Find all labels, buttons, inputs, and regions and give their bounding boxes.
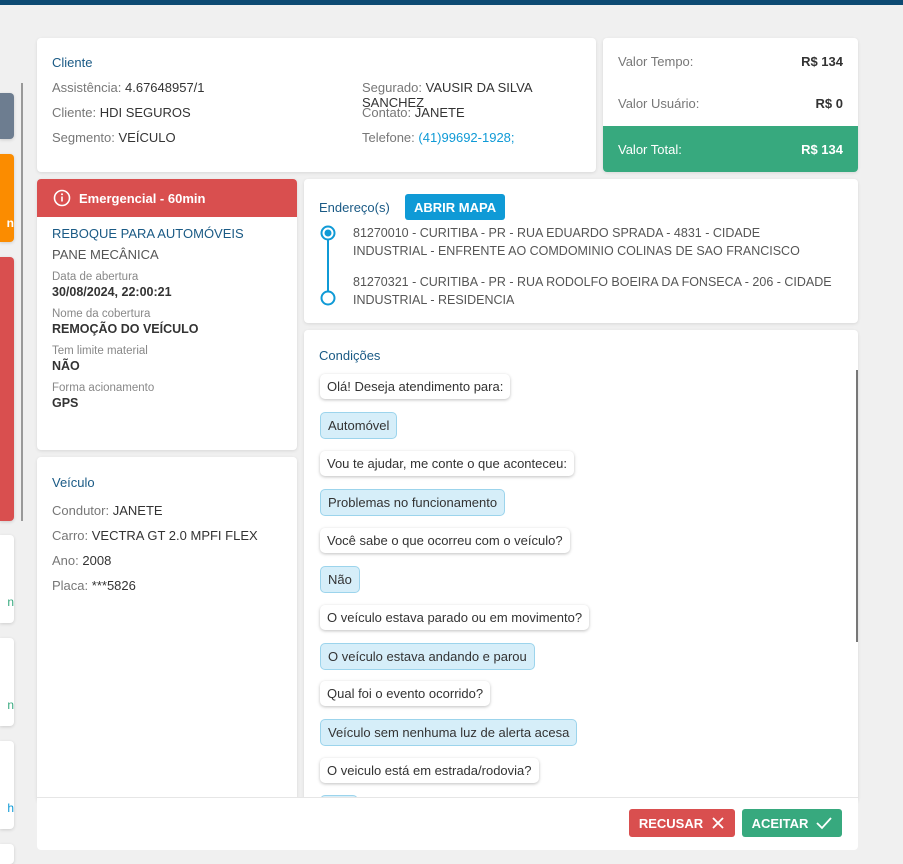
info-icon	[53, 189, 71, 207]
condutor-field: Condutor: JANETE	[52, 503, 163, 518]
chat-answer: Não	[320, 566, 360, 593]
chat-question: Você sabe o que ocorreu com o veículo?	[320, 528, 570, 553]
check-icon	[816, 817, 833, 830]
top-bar	[0, 0, 903, 5]
address-item: 81270321 - CURITIBA - PR - RUA RODOLFO B…	[353, 275, 832, 307]
valor-tempo-row: Valor Tempo: R$ 134	[618, 54, 843, 69]
close-icon	[712, 817, 724, 829]
vehicle-card: Veículo Condutor: JANETE Carro: VECTRA G…	[37, 457, 297, 802]
data-value: 30/08/2024, 22:00:21	[52, 285, 172, 299]
chat-question: Olá! Deseja atendimento para:	[320, 374, 511, 399]
ano-field: Ano: 2008	[52, 553, 112, 568]
side-card-white[interactable]: h	[0, 741, 14, 829]
cobertura-label: Nome da cobertura	[52, 308, 151, 320]
carro-field: Carro: VECTRA GT 2.0 MPFI FLEX	[52, 528, 258, 543]
telefone-field: Telefone: (41)99692-1928;	[362, 130, 515, 145]
cobertura-value: REMOÇÃO DO VEÍCULO	[52, 322, 199, 336]
chat-answer: O veículo estava andando e parou	[320, 643, 535, 670]
service-type: REBOQUE PARA AUTOMÓVEIS	[52, 226, 244, 241]
side-card-red[interactable]	[0, 257, 14, 521]
values-card: Valor Tempo: R$ 134 Valor Usuário: R$ 0 Va…	[603, 38, 858, 172]
client-card: Cliente Assistência: 4.67648957/1 Client…	[37, 38, 596, 172]
forma-value: GPS	[52, 396, 79, 410]
service-card: Emergencial - 60min REBOQUE PARA AUTOMÓV…	[37, 179, 297, 450]
side-card-white[interactable]: n	[0, 535, 14, 623]
accept-button[interactable]: ACEITAR	[742, 809, 842, 837]
side-card-white[interactable]: n	[0, 638, 14, 726]
side-card-label: n	[7, 698, 14, 712]
side-card-white[interactable]	[0, 844, 14, 864]
contato-field: Contato: JANETE	[362, 105, 465, 120]
chat-answer: Veículo sem nenhuma luz de alerta acesa	[320, 719, 578, 746]
chat-question: Qual foi o evento ocorrido?	[320, 681, 491, 706]
assistencia-field: Assistência: 4.67648957/1	[52, 80, 205, 95]
side-card-label: h	[7, 801, 14, 815]
address-card: Endereço(s) ABRIR MAPA 81270010 - CURITI…	[304, 179, 858, 323]
limite-label: Tem limite material	[52, 345, 148, 357]
conditions-card: Condições Olá! Deseja atendimento para: …	[304, 330, 858, 802]
chat-question: O veiculo está em estrada/rodovia?	[320, 758, 539, 783]
placa-field: Placa: ***5826	[52, 578, 136, 593]
side-card-label: n	[6, 216, 14, 230]
client-title: Cliente	[52, 55, 93, 70]
open-map-button[interactable]: ABRIR MAPA	[405, 194, 506, 220]
segmento-field: Segmento: VEÍCULO	[52, 130, 176, 145]
route-timeline-icon	[320, 225, 336, 306]
conditions-title: Condições	[319, 348, 381, 363]
address-item: 81270010 - CURITIBA - PR - RUA EDUARDO S…	[353, 226, 800, 258]
vehicle-title: Veículo	[52, 475, 95, 490]
address-title: Endereço(s)	[319, 200, 390, 215]
valor-usuario-row: Valor Usuário: R$ 0	[618, 96, 843, 111]
forma-label: Forma acionamento	[52, 382, 155, 394]
valor-total-row: Valor Total: R$ 134	[618, 142, 843, 157]
service-reason: PANE MECÂNICA	[52, 247, 159, 262]
telefone-link[interactable]: (41)99692-1928;	[418, 130, 514, 145]
divider	[21, 83, 23, 521]
chat-question: O veículo estava parado ou em movimento?	[320, 605, 590, 630]
side-card-gray[interactable]	[0, 93, 14, 139]
cliente-field: Cliente: HDI SEGUROS	[52, 105, 191, 120]
chat-answer: Automóvel	[320, 412, 398, 439]
limite-value: NÃO	[52, 359, 80, 373]
scrollbar[interactable]	[856, 370, 858, 642]
reject-button[interactable]: RECUSAR	[629, 809, 735, 837]
data-label: Data de abertura	[52, 271, 139, 283]
side-card-orange[interactable]: n	[0, 154, 14, 242]
chat-question: Vou te ajudar, me conte o que aconteceu:	[320, 451, 574, 476]
chat-answer: Problemas no funcionamento	[320, 489, 506, 516]
emergency-badge: Emergencial - 60min	[37, 179, 297, 217]
side-card-label: n	[7, 595, 14, 609]
